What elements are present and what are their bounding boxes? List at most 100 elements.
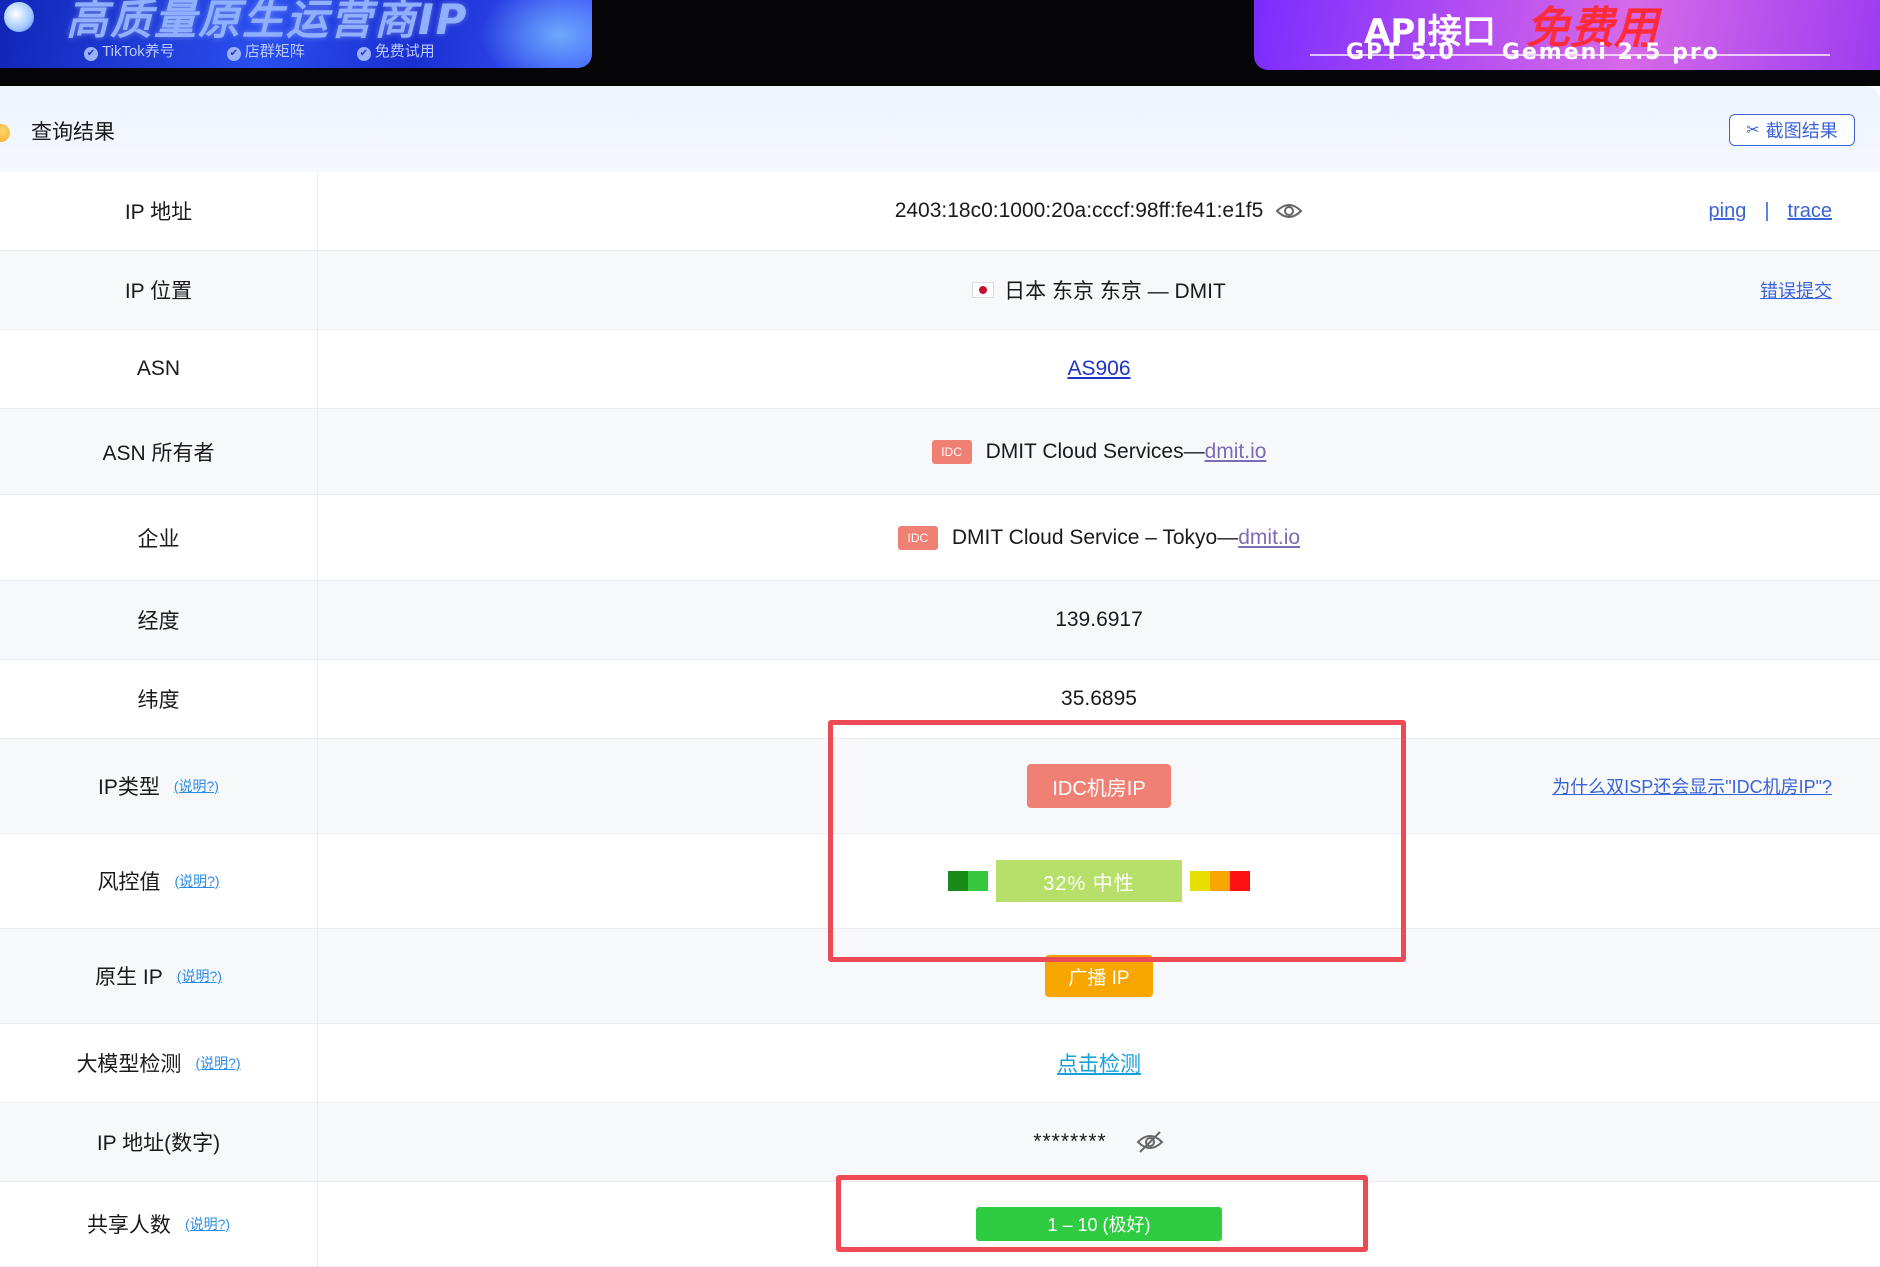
- banner-tag: 免费试用: [357, 40, 435, 61]
- screenshot-result-button[interactable]: ✂ 截图结果: [1729, 114, 1855, 146]
- result-header: 查询结果 ✂ 截图结果: [0, 86, 1880, 172]
- eye-icon[interactable]: [1275, 201, 1303, 221]
- top-banner-strip: 高质量原生运营商IP TikTok养号 店群矩阵 免费试用 API接口免费用 G…: [0, 0, 1880, 86]
- ip-type-badge: IDC机房IP: [1027, 764, 1171, 808]
- table-row-latitude: 纬度 35.6895: [0, 660, 1880, 739]
- table-row-ip-address: IP 地址 2403:18c0:1000:20a:cccf:98ff:fe41:…: [0, 172, 1880, 251]
- row-label: 企业: [0, 495, 318, 580]
- row-label: IP 地址: [0, 172, 318, 250]
- row-label: IP 位置: [0, 251, 318, 329]
- risk-segment-red: [1230, 871, 1250, 891]
- native-ip-help-link[interactable]: (说明?): [177, 966, 222, 986]
- table-row-asn: ASN AS906: [0, 330, 1880, 409]
- share-count-help-link[interactable]: (说明?): [185, 1214, 230, 1234]
- api-banner-model-right: Gemeni 2.5 pro: [1501, 40, 1720, 65]
- company-value: DMIT Cloud Service – Tokyo—: [951, 525, 1239, 549]
- risk-segment-yellow: [1190, 871, 1210, 891]
- link-separator: |: [1764, 199, 1770, 222]
- scissors-icon: ✂: [1746, 122, 1760, 139]
- risk-segment-dark-green: [948, 871, 968, 891]
- row-label: IP类型 (说明?): [0, 739, 318, 833]
- row-label: ASN: [0, 330, 318, 408]
- row-value: IDC DMIT Cloud Service – Tokyo— dmit.io: [318, 495, 1880, 580]
- row-label: 风控值 (说明?): [0, 834, 318, 928]
- banner-glow: [480, 0, 592, 68]
- row-value: 1 – 10 (极好): [318, 1182, 1880, 1266]
- table-row-longitude: 经度 139.6917: [0, 581, 1880, 660]
- share-count-badge: 1 – 10 (极好): [976, 1207, 1222, 1241]
- llm-check-help-link[interactable]: (说明?): [195, 1053, 240, 1073]
- ip-numeric-masked-value: ********: [1033, 1130, 1107, 1153]
- banner-tag: TikTok养号: [84, 40, 175, 61]
- row-label: IP 地址(数字): [0, 1103, 318, 1181]
- native-ip-badge: 广播 IP: [1045, 955, 1153, 997]
- row-label: 经度: [0, 581, 318, 659]
- row-label: 共享人数 (说明?): [0, 1182, 318, 1266]
- carrier-ip-ad-banner[interactable]: 高质量原生运营商IP TikTok养号 店群矩阵 免费试用: [0, 0, 592, 68]
- llm-check-label: 大模型检测: [76, 1053, 182, 1076]
- table-row-ip-location: IP 位置 日本 东京 东京 — DMIT 错误提交: [0, 251, 1880, 330]
- report-error-link[interactable]: 错误提交: [1760, 277, 1832, 303]
- table-row-ip-type: IP类型 (说明?) IDC机房IP 为什么双ISP还会显示"IDC机房IP"?: [0, 739, 1880, 834]
- row-value: IDC DMIT Cloud Services— dmit.io: [318, 409, 1880, 494]
- risk-segment-green: [968, 871, 988, 891]
- idc-badge: IDC: [931, 439, 972, 464]
- japan-flag-icon: [972, 282, 995, 298]
- banner-tag: 店群矩阵: [227, 40, 305, 61]
- eye-off-icon[interactable]: [1135, 1130, 1165, 1154]
- trace-link[interactable]: trace: [1788, 200, 1832, 223]
- risk-score-value: 32% 中性: [996, 860, 1182, 902]
- ip-tools: ping | trace: [1709, 172, 1832, 250]
- row-value: 2403:18c0:1000:20a:cccf:98ff:fe41:e1f5 p…: [318, 172, 1880, 250]
- risk-help-link[interactable]: (说明?): [174, 871, 219, 891]
- header-dot-icon: [0, 124, 10, 142]
- result-title: 查询结果: [31, 121, 115, 144]
- latitude-value: 35.6895: [1061, 687, 1137, 710]
- row-value: 日本 东京 东京 — DMIT 错误提交: [318, 251, 1880, 329]
- risk-segment-orange: [1210, 871, 1230, 891]
- row-value: ********: [318, 1103, 1880, 1181]
- why-idc-link[interactable]: 为什么双ISP还会显示"IDC机房IP"?: [1552, 773, 1832, 799]
- table-row-asn-owner: ASN 所有者 IDC DMIT Cloud Services— dmit.io: [0, 409, 1880, 495]
- row-label: 大模型检测 (说明?): [0, 1024, 318, 1102]
- risk-meter: 32% 中性: [948, 860, 1250, 902]
- api-banner-line2: GPT 5.0 Gemeni 2.5 pro: [1346, 40, 1720, 65]
- row-label: ASN 所有者: [0, 409, 318, 494]
- asn-owner-domain-link[interactable]: dmit.io: [1205, 440, 1267, 464]
- ip-type-tools: 为什么双ISP还会显示"IDC机房IP"?: [1552, 739, 1832, 833]
- row-value: AS906: [318, 330, 1880, 408]
- company-domain-link[interactable]: dmit.io: [1238, 526, 1300, 550]
- native-ip-label: 原生 IP: [95, 966, 163, 989]
- row-label: 原生 IP (说明?): [0, 929, 318, 1023]
- table-row-company: 企业 IDC DMIT Cloud Service – Tokyo— dmit.…: [0, 495, 1880, 581]
- run-check-link[interactable]: 点击检测: [1057, 1048, 1141, 1078]
- row-value: 广播 IP: [318, 929, 1880, 1023]
- row-value: 32% 中性: [318, 834, 1880, 928]
- asn-owner-value: DMIT Cloud Services—: [985, 439, 1205, 463]
- result-table: IP 地址 2403:18c0:1000:20a:cccf:98ff:fe41:…: [0, 172, 1880, 1267]
- share-count-label: 共享人数: [86, 1214, 171, 1237]
- row-value: 点击检测: [318, 1024, 1880, 1102]
- api-banner-model-left: GPT 5.0: [1346, 40, 1456, 65]
- query-result-card: 查询结果 ✂ 截图结果 IP 地址 2403:18c0:1000:20a:ccc…: [0, 86, 1880, 1267]
- row-value: 139.6917: [318, 581, 1880, 659]
- location-tools: 错误提交: [1760, 251, 1832, 329]
- ip-address-value: 2403:18c0:1000:20a:cccf:98ff:fe41:e1f5: [894, 199, 1264, 222]
- row-label: 纬度: [0, 660, 318, 738]
- ping-link[interactable]: ping: [1709, 200, 1747, 223]
- ip-location-value: 日本 东京 东京 — DMIT: [1004, 280, 1226, 303]
- idc-badge: IDC: [897, 525, 938, 550]
- risk-label: 风控值: [97, 871, 161, 894]
- screenshot-button-label: 截图结果: [1765, 121, 1838, 141]
- ip-type-help-link[interactable]: (说明?): [174, 776, 219, 796]
- longitude-value: 139.6917: [1055, 608, 1143, 631]
- asn-link[interactable]: AS906: [1067, 357, 1130, 381]
- table-row-share-count: 共享人数 (说明?) 1 – 10 (极好): [0, 1182, 1880, 1267]
- api-ad-banner[interactable]: API接口 免费用 GPT 5.0 Gemeni 2.5 pro: [1254, 0, 1880, 70]
- row-value: 35.6895: [318, 660, 1880, 738]
- table-row-ip-numeric: IP 地址(数字) ********: [0, 1103, 1880, 1182]
- ip-type-label: IP类型: [98, 776, 160, 799]
- table-row-native-ip: 原生 IP (说明?) 广播 IP: [0, 929, 1880, 1024]
- banner-tags: TikTok养号 店群矩阵 免费试用: [84, 40, 435, 61]
- table-row-llm-check: 大模型检测 (说明?) 点击检测: [0, 1024, 1880, 1103]
